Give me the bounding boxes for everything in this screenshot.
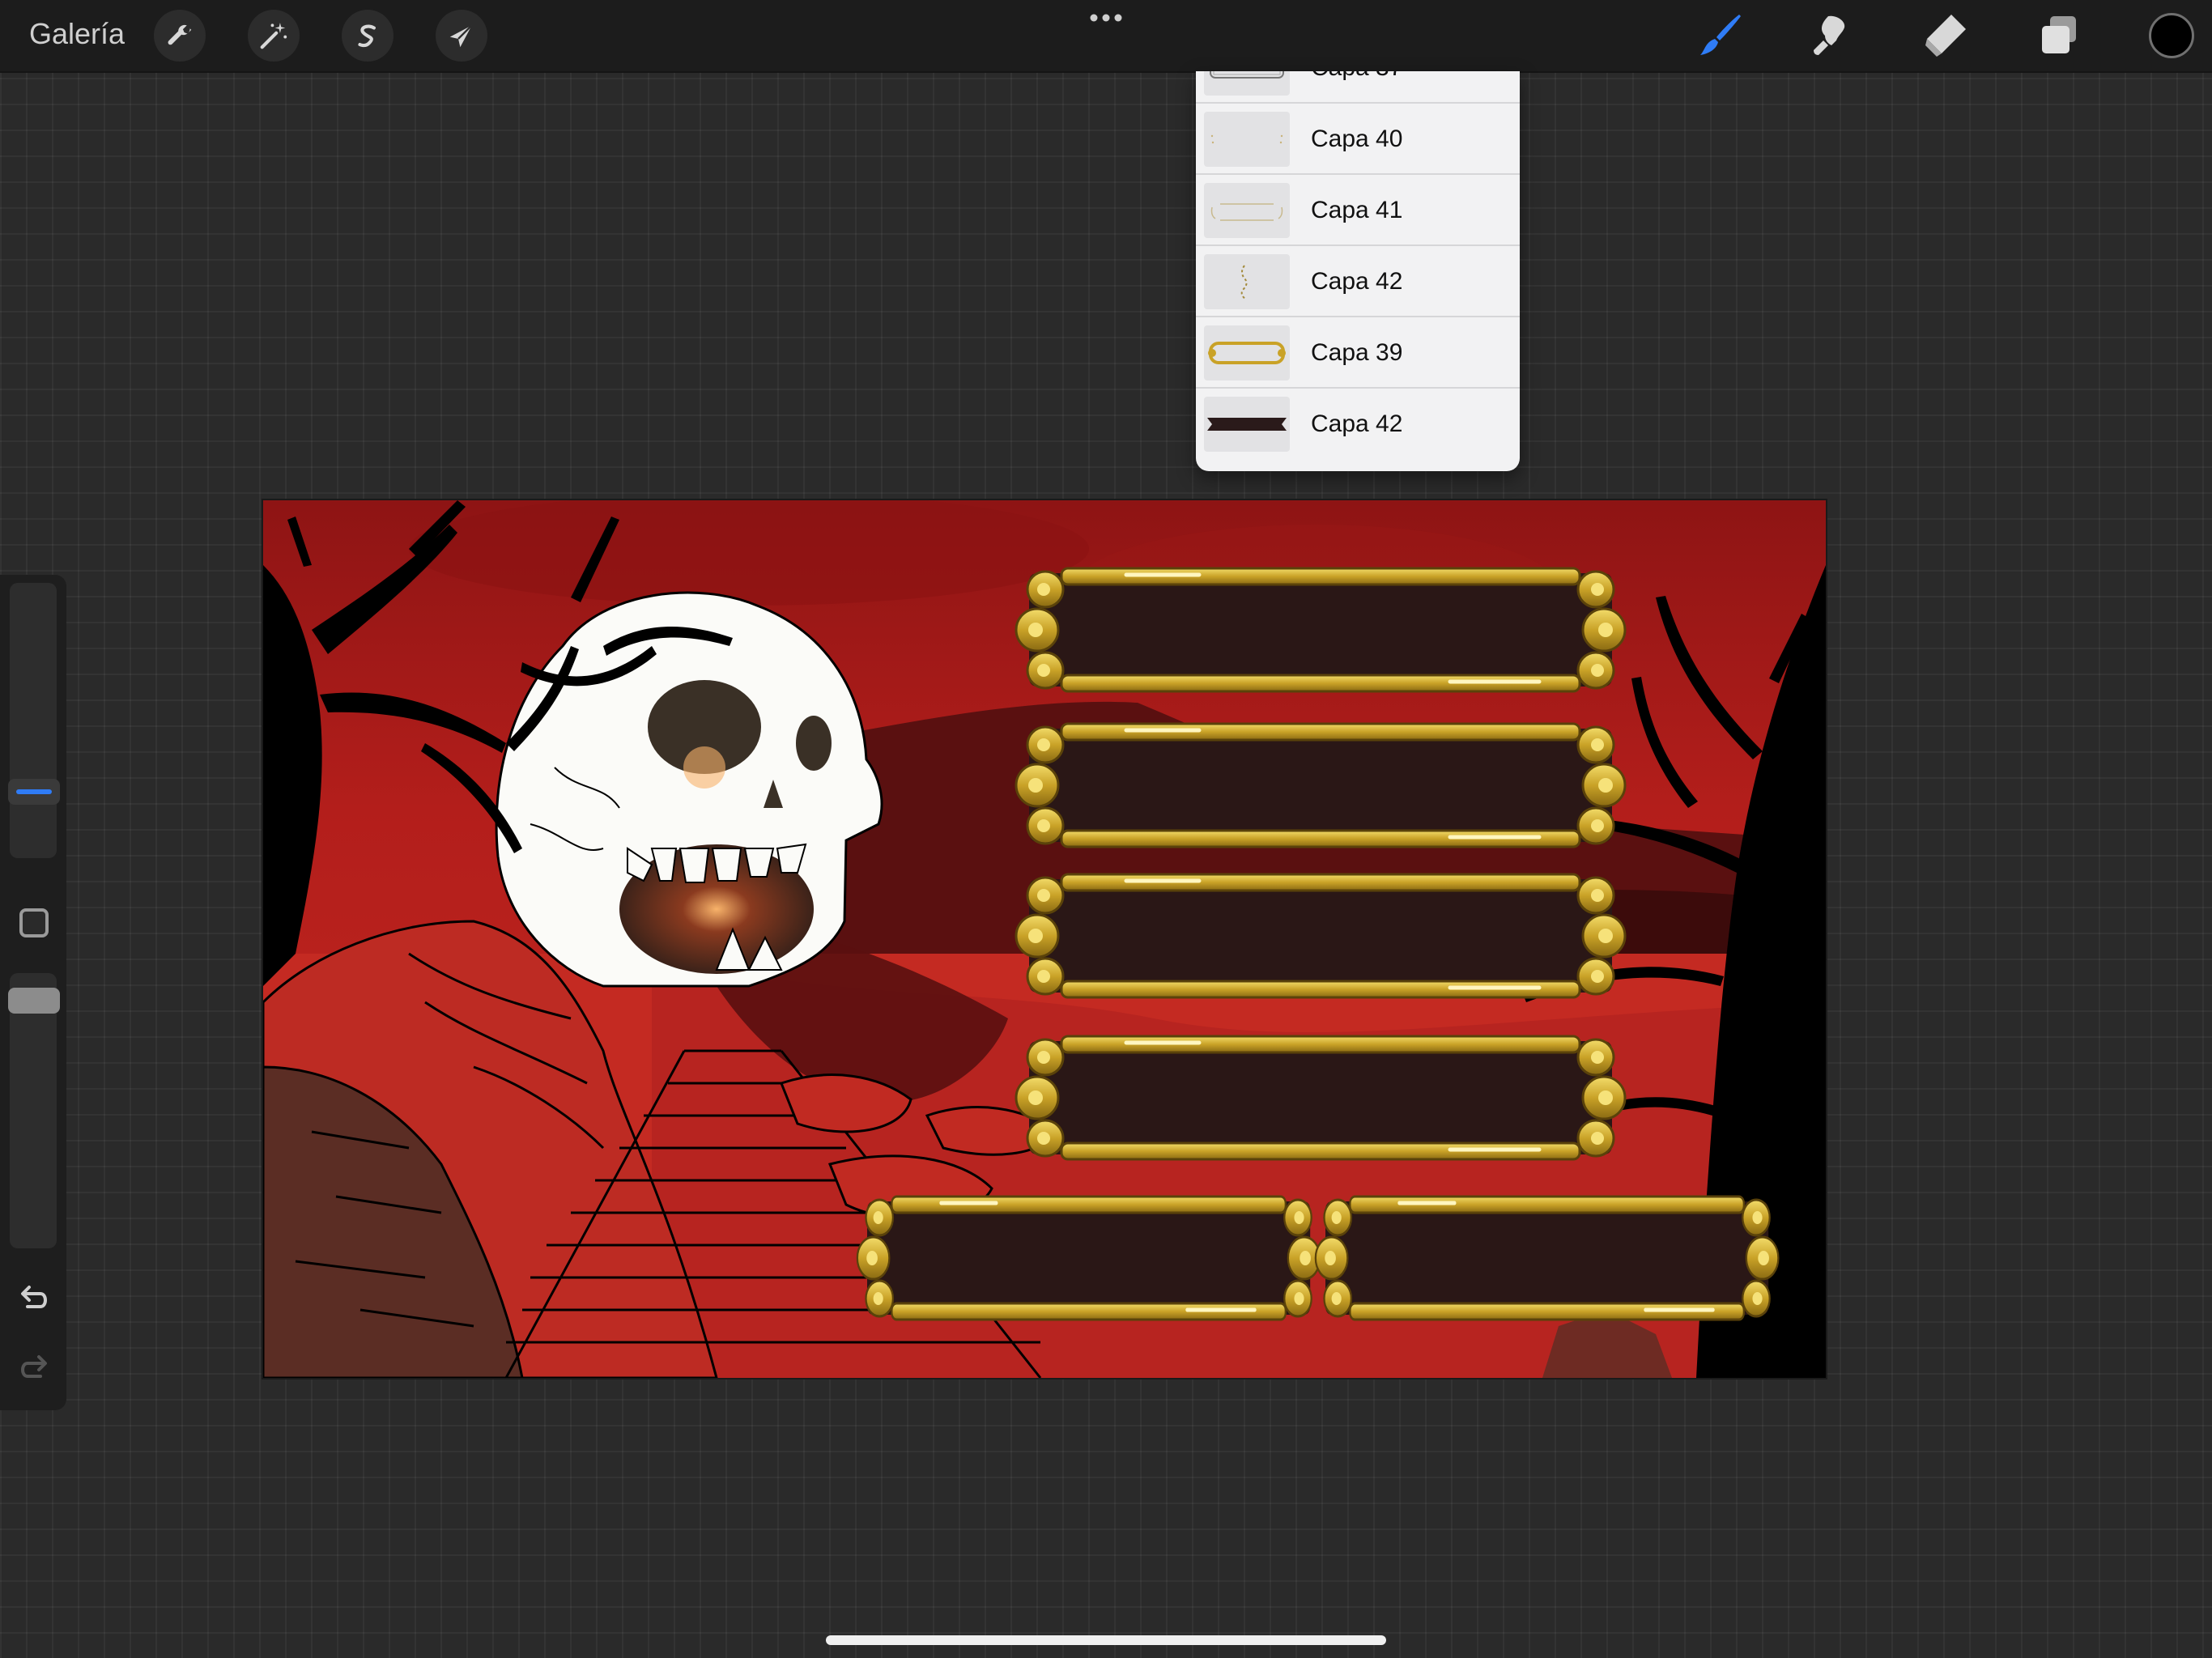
size-indicator: [16, 789, 52, 794]
layer-thumbnail: [1204, 254, 1290, 309]
color-picker-button[interactable]: [2149, 13, 2194, 58]
artwork-illustration: [263, 500, 1826, 1378]
layer-row[interactable]: Capa 41: [1196, 175, 1520, 246]
layer-thumbnail: [1204, 397, 1290, 452]
brush-size-handle[interactable]: [8, 779, 60, 805]
layer-thumbnail: [1204, 71, 1290, 96]
left-sidebar: [0, 575, 66, 1410]
layer-row[interactable]: Capa 42: [1196, 246, 1520, 317]
smudge-tool-button[interactable]: [1804, 8, 1859, 63]
redo-icon[interactable]: [15, 1350, 53, 1389]
home-indicator[interactable]: [826, 1635, 1386, 1645]
layer-thumbnail: [1204, 112, 1290, 167]
undo-icon[interactable]: [15, 1281, 53, 1320]
drawing-canvas[interactable]: [263, 500, 1826, 1378]
brush-size-slider[interactable]: [10, 583, 57, 858]
layer-row[interactable]: Capa 39: [1196, 317, 1520, 389]
layer-row[interactable]: Capa 42: [1196, 389, 1520, 460]
selection-s-icon: [358, 24, 376, 48]
smudge-icon: [1814, 15, 1845, 55]
magic-wand-icon: [260, 23, 287, 49]
layer-thumbnail: [1204, 183, 1290, 238]
layer-name: Capa 42: [1311, 268, 1403, 295]
brush-opacity-handle[interactable]: [8, 988, 60, 1014]
actions-button[interactable]: [154, 10, 206, 62]
transform-button[interactable]: [436, 10, 487, 62]
arrow-cursor-icon: [449, 24, 473, 48]
brush-opacity-slider[interactable]: [10, 973, 57, 1248]
layers-tool-button[interactable]: [2031, 8, 2086, 63]
erase-tool-button[interactable]: [1917, 8, 1972, 63]
wrench-icon: [168, 24, 192, 45]
top-toolbar: Galería: [0, 0, 2212, 73]
layer-name: Capa 41: [1311, 197, 1403, 223]
layers-panel: Capa 37 Capa 40 Capa 41 Capa 42 Capa 39 …: [1196, 71, 1520, 471]
adjustments-button[interactable]: [248, 10, 300, 62]
square-modify-icon[interactable]: [19, 908, 49, 937]
layer-thumbnail: [1204, 325, 1290, 380]
eraser-icon: [1925, 15, 1966, 57]
selection-button[interactable]: [342, 10, 393, 62]
layer-name: Capa 37: [1311, 71, 1402, 84]
more-dots-icon[interactable]: [1088, 8, 1124, 28]
layer-name: Capa 40: [1311, 125, 1403, 152]
brush-icon: [1700, 15, 1741, 55]
layer-row[interactable]: Capa 37: [1196, 71, 1520, 104]
gallery-button[interactable]: Galería: [29, 15, 125, 53]
paint-tool-button[interactable]: [1692, 8, 1747, 63]
layers-icon: [2042, 16, 2076, 53]
layer-row[interactable]: Capa 40: [1196, 104, 1520, 175]
layer-name: Capa 39: [1311, 339, 1403, 366]
layer-name: Capa 42: [1311, 410, 1403, 437]
